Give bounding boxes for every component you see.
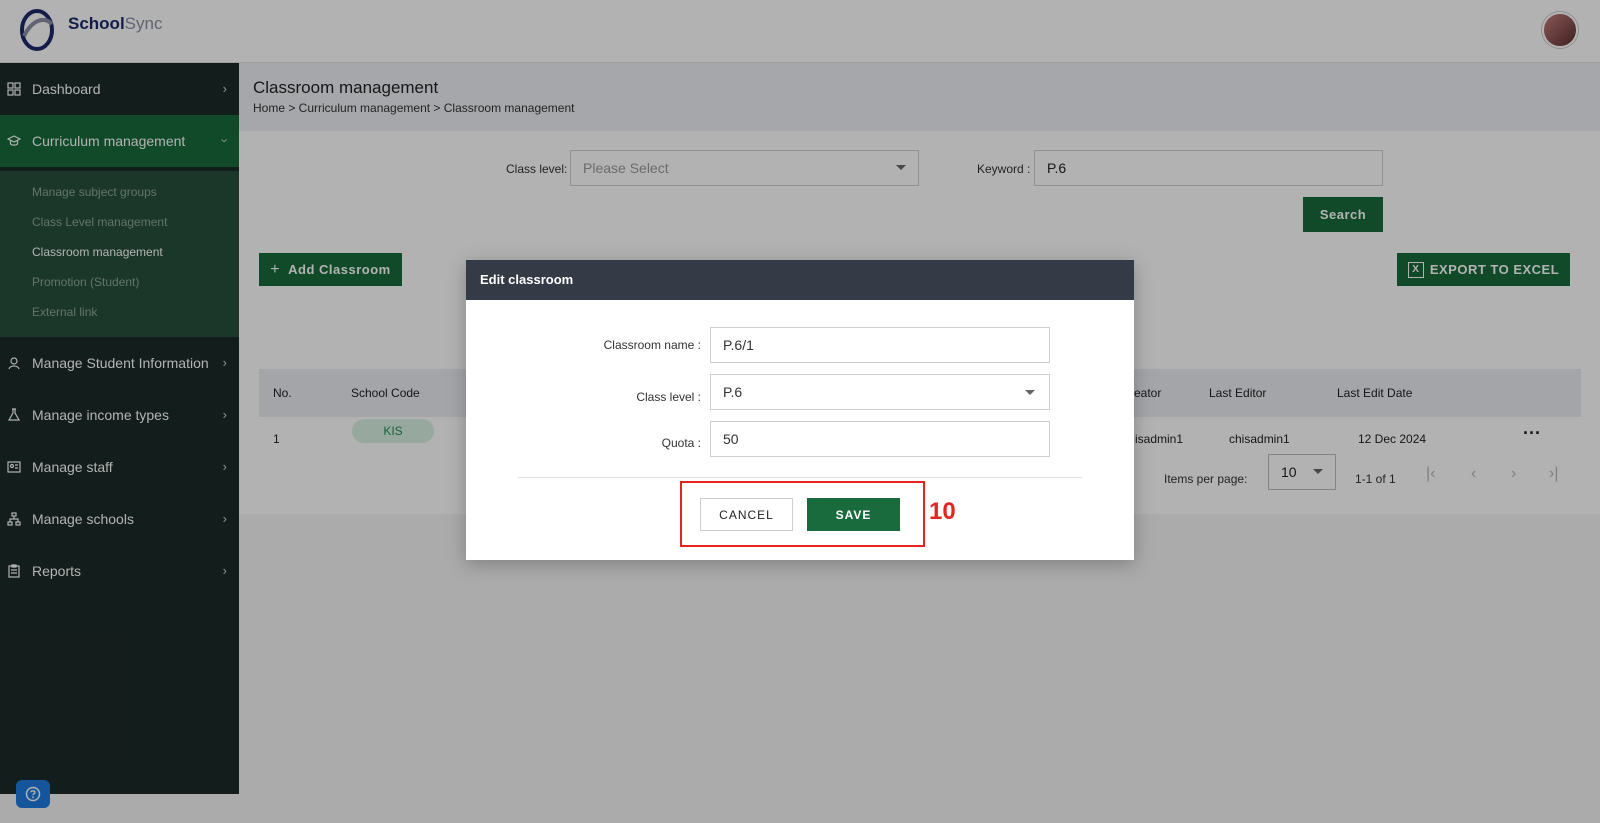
caret-down-icon [1025,390,1035,395]
class-level-value: P.6 [723,384,743,400]
class-level-label: Class level : [636,390,701,404]
classroom-name-input[interactable]: P.6/1 [710,327,1050,363]
highlight-box [680,481,925,547]
quota-label: Quota : [661,436,701,450]
class-level-select[interactable]: P.6 [710,374,1050,410]
dialog-title: Edit classroom [466,260,1134,300]
dialog-divider [518,477,1082,478]
quota-input[interactable]: 50 [710,421,1050,457]
step-number: 10 [929,498,956,525]
classroom-name-label: Classroom name : [603,338,701,352]
